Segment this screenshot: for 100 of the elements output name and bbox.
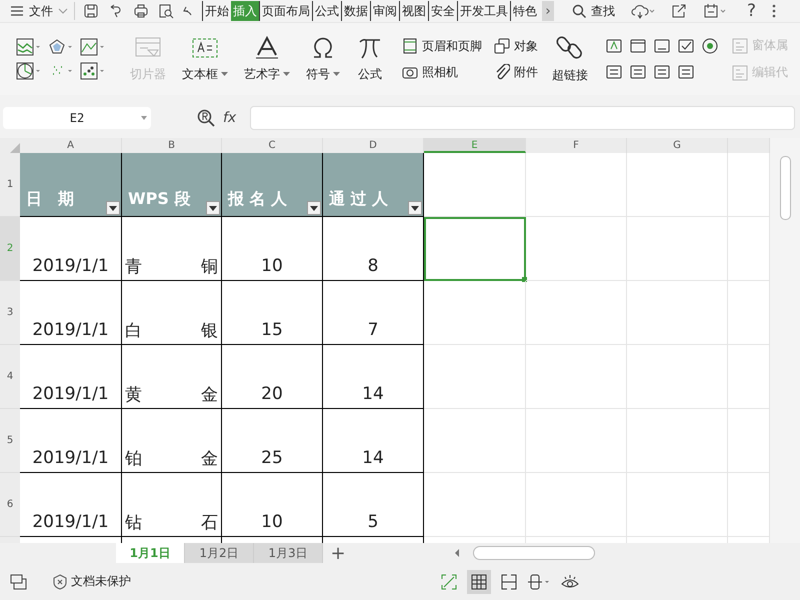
form-control-icon[interactable] (606, 38, 622, 54)
form-control-icon[interactable] (630, 38, 646, 54)
share-icon[interactable] (671, 3, 687, 19)
scroll-left-icon[interactable] (453, 548, 461, 558)
more-options-icon[interactable] (772, 3, 776, 19)
chart-type-icon[interactable] (80, 38, 106, 56)
table-cell: 5 (323, 473, 424, 537)
form-control-icon[interactable] (654, 38, 670, 54)
insert-button[interactable]: 公式 (354, 34, 386, 84)
sheet-tab[interactable]: 1月3日 (254, 543, 323, 563)
form-control-icon[interactable] (606, 64, 622, 80)
column-header[interactable]: C (222, 138, 323, 153)
add-sheet-button[interactable]: + (323, 543, 353, 563)
row-header[interactable]: 1 (0, 153, 20, 217)
filter-dropdown-icon[interactable] (106, 201, 120, 215)
insert-button[interactable]: 文本框 (180, 34, 230, 84)
file-menu[interactable]: 文件 (10, 1, 68, 21)
filter-dropdown-icon[interactable] (408, 201, 422, 215)
name-box[interactable]: E2 (3, 107, 151, 129)
ribbon-tab[interactable]: 特色 (510, 1, 539, 21)
filter-dropdown-icon[interactable] (206, 201, 220, 215)
ribbon-tab[interactable]: 开发工具 (457, 1, 510, 21)
caret-icon (221, 72, 228, 76)
layout-icon[interactable] (527, 574, 551, 590)
formula-input[interactable] (250, 106, 795, 130)
link-icon (556, 34, 584, 60)
row-header[interactable]: 6 (0, 473, 20, 537)
column-header[interactable]: B (122, 138, 222, 153)
table-cell: 2019/1/1 (20, 473, 122, 537)
form-properties-icon (732, 64, 748, 80)
chart-type-icon[interactable] (48, 38, 74, 56)
insert-button[interactable]: 符号 (304, 34, 342, 84)
row-header[interactable]: 5 (0, 409, 20, 473)
chart-type-icon[interactable] (80, 62, 106, 80)
ribbon-tab[interactable]: 页面布局 (259, 1, 312, 21)
text-box-icon (191, 36, 219, 60)
fullscreen-icon[interactable] (441, 574, 457, 590)
zoom-icon[interactable] (197, 109, 215, 127)
vertical-scrollbar[interactable] (770, 138, 800, 543)
insert-option-button[interactable]: 对象 (494, 34, 538, 58)
scroll-thumb[interactable] (780, 156, 790, 220)
row-header[interactable]: 4 (0, 345, 20, 409)
table-cell: 2019/1/1 (20, 409, 122, 473)
column-header[interactable]: D (323, 138, 424, 153)
object-icon (494, 38, 510, 54)
row-header[interactable]: 3 (0, 281, 20, 345)
chart-type-icon[interactable] (16, 38, 42, 56)
ribbon-tab[interactable]: 公式 (312, 1, 341, 21)
search-icon (572, 4, 587, 18)
selected-cell[interactable] (424, 217, 526, 281)
monitor-icon[interactable] (10, 574, 28, 590)
eye-icon[interactable] (561, 574, 579, 590)
insert-button[interactable]: 艺术字 (242, 34, 292, 84)
column-header[interactable]: G (627, 138, 728, 153)
header-footer-icon (402, 38, 418, 54)
fill-handle[interactable] (522, 277, 527, 282)
form-control-icon[interactable] (678, 64, 694, 80)
filter-dropdown-icon[interactable] (307, 201, 321, 215)
column-title: WPS 段 (127, 189, 192, 210)
save-icon[interactable] (83, 3, 99, 19)
preview-icon[interactable] (158, 3, 174, 19)
ribbon-tab[interactable]: 数据 (341, 1, 370, 21)
form-control-icon[interactable] (678, 38, 694, 54)
insert-option-button[interactable]: 附件 (494, 60, 538, 84)
page-break-icon[interactable] (501, 574, 517, 590)
document-protection-button[interactable]: 文档未保护 (53, 573, 131, 590)
help-button[interactable]: ? (747, 1, 756, 21)
more-tabs-button[interactable]: › (542, 1, 554, 21)
column-header[interactable]: A (20, 138, 122, 153)
ribbon-tab[interactable]: 安全 (428, 1, 457, 21)
function-label[interactable]: fx (223, 110, 236, 126)
chevron-icon (58, 8, 68, 14)
ribbon-tab[interactable]: 视图 (399, 1, 428, 21)
search-button[interactable]: 查找 (572, 2, 615, 20)
print-icon[interactable] (133, 3, 149, 19)
table-cell: 14 (323, 345, 424, 409)
redo-icon[interactable] (183, 4, 193, 18)
hyperlink-button[interactable]: 超链接 (550, 32, 590, 86)
form-control-icon[interactable] (702, 38, 718, 54)
cloud-icon[interactable] (631, 3, 655, 19)
table-cell: 钻 石 (122, 473, 222, 537)
table-cell: 2019/1/1 (20, 217, 122, 281)
column-header[interactable]: F (526, 138, 627, 153)
form-control-icon[interactable] (654, 64, 670, 80)
insert-option-button[interactable]: 页眉和页脚 (402, 34, 482, 58)
insert-option-button[interactable]: 照相机 (402, 60, 482, 84)
table-cell: 25 (222, 409, 323, 473)
normal-view-button[interactable] (467, 570, 491, 594)
grid-icon (471, 574, 487, 590)
letter-a-icon (253, 36, 281, 60)
sheet-tab[interactable]: 1月2日 (185, 543, 254, 563)
chart-type-icon[interactable] (16, 62, 42, 80)
form-control-icon[interactable] (630, 64, 646, 80)
sheet-tab[interactable]: 1月1日 (116, 543, 185, 563)
note-icon[interactable] (703, 3, 727, 19)
ribbon-tab[interactable]: 审阅 (370, 1, 399, 21)
ribbon-tab[interactable]: 插入 (231, 1, 259, 21)
table-cell: 7 (323, 281, 424, 345)
table-cell: 铂 金 (122, 409, 222, 473)
horizontal-scrollbar[interactable] (473, 546, 595, 560)
